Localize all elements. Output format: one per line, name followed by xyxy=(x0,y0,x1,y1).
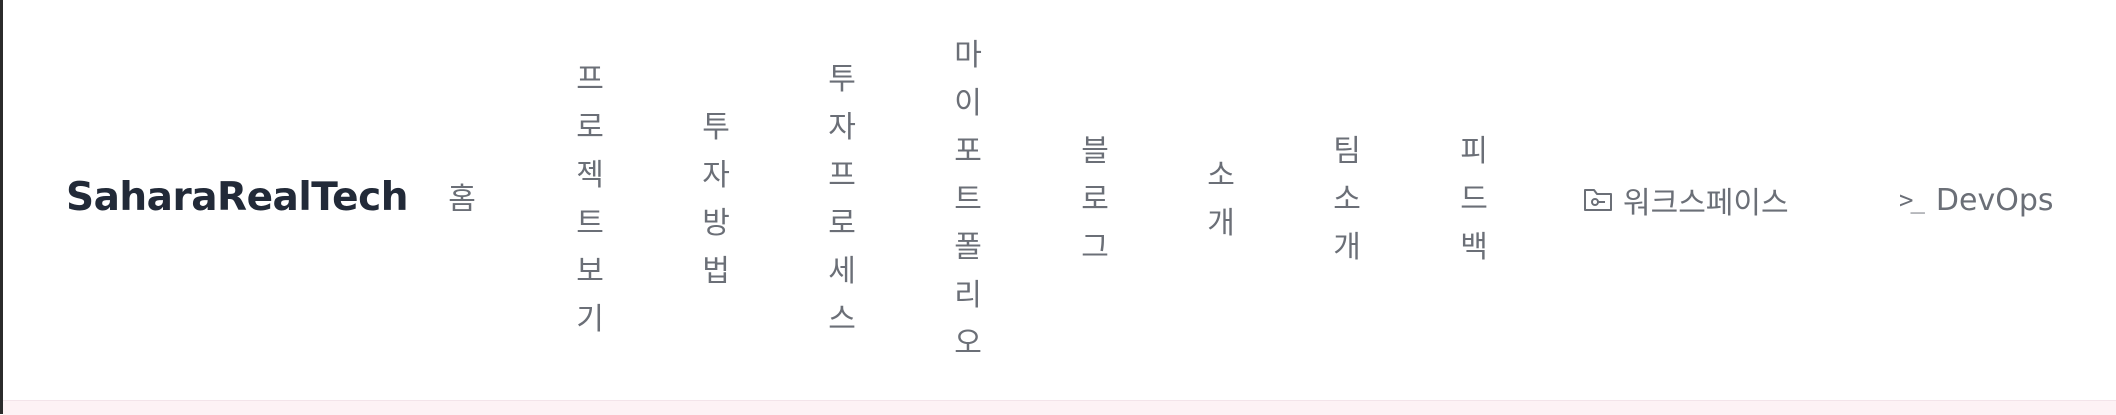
nav-item-feedback[interactable]: 피드백 xyxy=(1452,40,1496,360)
nav-label-feedback: 피드백 xyxy=(1460,134,1488,265)
nav-item-invest-method[interactable]: 투자방법 xyxy=(694,40,738,360)
nav-item-team[interactable]: 팀소개 xyxy=(1325,40,1369,360)
nav-label-projects: 프로젝트보기 xyxy=(576,62,604,337)
nav-item-about[interactable]: 소개 xyxy=(1199,40,1243,360)
nav-label-workspace: 워크스페이스 xyxy=(1623,186,1789,221)
nav-label-my-portfolio: 마이포트폴리오 xyxy=(954,38,982,361)
nav-item-my-portfolio[interactable]: 마이포트폴리오 xyxy=(946,32,990,368)
nav-item-blog[interactable]: 블로그 xyxy=(1073,40,1117,360)
nav-label-team: 팀소개 xyxy=(1333,134,1361,265)
brand-logo-link[interactable]: SaharaRealTech xyxy=(66,175,408,220)
nav-item-home[interactable]: 홈 xyxy=(440,40,484,360)
nav-label-invest-method: 투자방법 xyxy=(702,110,730,289)
nav-item-invest-process[interactable]: 투자프로세스 xyxy=(820,40,864,360)
nav-label-about: 소개 xyxy=(1207,158,1235,241)
top-navbar: SaharaRealTech 홈 프로젝트보기 투자방법 투자프로세스 마이포트… xyxy=(3,0,2116,400)
nav-label-invest-process: 투자프로세스 xyxy=(828,62,856,337)
nav-label-devops: DevOps xyxy=(1935,182,2054,218)
nav-item-workspace[interactable]: 워크스페이스 xyxy=(1583,178,1833,222)
folder-icon xyxy=(1583,187,1613,213)
nav-label-home: 홈 xyxy=(448,182,476,217)
nav-item-projects[interactable]: 프로젝트보기 xyxy=(568,40,612,360)
terminal-icon: >_ xyxy=(1899,186,1925,214)
nav-item-devops[interactable]: >_ DevOps xyxy=(1899,178,2079,222)
nav-label-blog: 블로그 xyxy=(1081,134,1109,265)
page-content-top xyxy=(3,400,2116,415)
